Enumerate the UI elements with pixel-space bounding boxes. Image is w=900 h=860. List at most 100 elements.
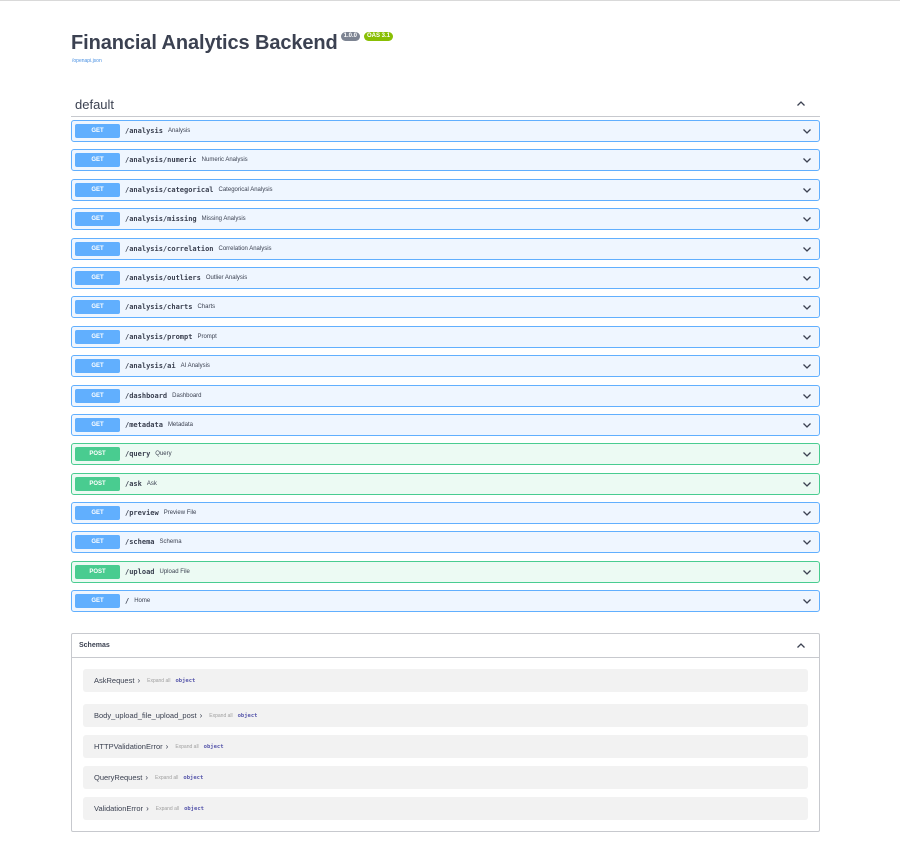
operation-row[interactable]: GET/preview Preview File xyxy=(71,502,820,525)
chevron-down-icon[interactable] xyxy=(802,479,812,489)
method-badge: GET xyxy=(75,124,120,138)
chevron-right-icon: › xyxy=(137,676,141,685)
operation-summary: Schema xyxy=(159,539,182,546)
operation-row[interactable]: GET/analysis/correlation Correlation Anal… xyxy=(71,237,820,260)
operation-summary: Home xyxy=(134,598,151,605)
chevron-down-icon[interactable] xyxy=(802,332,812,342)
operation-path: /schema xyxy=(125,538,155,547)
method-badge: GET xyxy=(75,182,120,197)
expand-all-link[interactable]: Expand all xyxy=(175,744,198,750)
operation-summary: Categorical Analysis xyxy=(218,186,273,193)
badges: 1.0.0 OAS 3.1 xyxy=(340,32,394,41)
model-name: Body_upload_file_upload_post xyxy=(94,711,197,720)
operation-path: /analysis/correlation xyxy=(125,244,214,253)
operation-row[interactable]: GET/analysis/numeric Numeric Analysis xyxy=(71,149,820,172)
tag-section-default: default xyxy=(71,92,820,117)
expand-all-link[interactable]: Expand all xyxy=(209,713,232,719)
model-type: object xyxy=(175,677,196,684)
operation-row[interactable]: GET/analysis Analysis xyxy=(71,120,820,142)
chevron-down-icon[interactable] xyxy=(802,361,812,371)
chevron-down-icon[interactable] xyxy=(802,126,812,136)
operation-row[interactable]: POST/upload Upload File xyxy=(71,560,820,583)
chevron-down-icon[interactable] xyxy=(802,596,812,606)
top-divider xyxy=(0,0,900,1)
title-row: Financial Analytics Backend 1.0.0 OAS 3.… xyxy=(71,28,831,58)
chevron-up-icon[interactable] xyxy=(796,99,806,109)
operation-path: /metadata xyxy=(125,420,163,429)
model-type: object xyxy=(237,712,258,719)
schema-model[interactable]: QueryRequest › Expand all object xyxy=(83,766,808,789)
chevron-down-icon[interactable] xyxy=(802,185,812,195)
openapi-json-link[interactable]: /openapi.json xyxy=(72,58,831,64)
operation-path: /analysis/categorical xyxy=(125,185,214,194)
chevron-down-icon[interactable] xyxy=(802,244,812,254)
operation-summary: Analysis xyxy=(167,128,191,134)
operation-summary: Charts xyxy=(197,304,216,311)
operations-list: GET/analysis Analysis GET/analysis/numeric… xyxy=(71,120,820,620)
chevron-down-icon[interactable] xyxy=(802,273,812,283)
operation-summary: Dashboard xyxy=(172,392,202,399)
operation-row[interactable]: GET/dashboard Dashboard xyxy=(71,384,820,407)
chevron-down-icon[interactable] xyxy=(802,155,812,165)
operation-row[interactable]: GET/analysis/outliers Outlier Analysis xyxy=(71,266,820,289)
api-title: Financial Analytics Backend xyxy=(71,32,338,54)
operation-summary: Ask xyxy=(146,480,157,487)
operation-path: /analysis/prompt xyxy=(125,332,193,341)
chevron-up-icon[interactable] xyxy=(796,641,806,651)
expand-all-link[interactable]: Expand all xyxy=(155,775,178,781)
operation-summary: Query xyxy=(155,451,172,458)
operation-summary: Missing Analysis xyxy=(201,216,246,223)
operation-row[interactable]: POST/ask Ask xyxy=(71,472,820,495)
chevron-down-icon[interactable] xyxy=(802,449,812,459)
method-badge: GET xyxy=(75,388,120,403)
operation-path: /analysis/outliers xyxy=(125,273,201,282)
chevron-down-icon[interactable] xyxy=(802,302,812,312)
operation-path: /query xyxy=(125,450,151,459)
chevron-down-icon[interactable] xyxy=(802,391,812,401)
method-badge: GET xyxy=(75,153,120,168)
method-badge: GET xyxy=(75,506,120,521)
chevron-down-icon[interactable] xyxy=(802,567,812,577)
operation-path: /upload xyxy=(125,567,155,576)
operation-row[interactable]: POST/query Query xyxy=(71,443,820,466)
method-badge: POST xyxy=(75,476,120,491)
operation-path: /analysis xyxy=(125,127,163,135)
operation-row[interactable]: GET/analysis/missing Missing Analysis xyxy=(71,208,820,231)
expand-all-link[interactable]: Expand all xyxy=(147,678,170,684)
operation-row[interactable]: GET / Home xyxy=(71,590,820,613)
operation-row[interactable]: GET/analysis/charts Charts xyxy=(71,296,820,319)
schema-model[interactable]: ValidationError › Expand all object xyxy=(83,797,808,820)
operation-row[interactable]: GET/analysis/prompt Prompt xyxy=(71,325,820,348)
operation-summary: Preview File xyxy=(163,510,197,517)
method-badge: POST xyxy=(75,447,120,462)
chevron-down-icon[interactable] xyxy=(802,214,812,224)
expand-all-link[interactable]: Expand all xyxy=(156,806,179,812)
method-badge: GET xyxy=(75,329,120,344)
schema-model[interactable]: AskRequest › Expand all object xyxy=(83,669,808,692)
operation-row[interactable]: GET/analysis/categorical Categorical Anal… xyxy=(71,178,820,201)
chevron-down-icon[interactable] xyxy=(802,508,812,518)
model-type: object xyxy=(183,774,204,781)
chevron-right-icon: › xyxy=(146,804,149,813)
model-name: AskRequest xyxy=(94,676,135,685)
model-name: QueryRequest xyxy=(94,773,143,782)
chevron-right-icon: › xyxy=(199,711,203,720)
chevron-down-icon[interactable] xyxy=(802,537,812,547)
operation-row[interactable]: GET/metadata Metadata xyxy=(71,413,820,436)
model-type: object xyxy=(203,743,224,750)
schema-model[interactable]: Body_upload_file_upload_post › Expand all o… xyxy=(83,704,808,727)
operation-path: /dashboard xyxy=(125,391,168,400)
operation-summary: AI Analysis xyxy=(180,363,210,370)
method-badge: GET xyxy=(75,535,120,550)
method-badge: GET xyxy=(75,300,120,315)
chevron-down-icon[interactable] xyxy=(802,420,812,430)
tag-header[interactable]: default xyxy=(71,92,820,117)
operation-row[interactable]: GET/analysis/ai AI Analysis xyxy=(71,355,820,378)
schema-model[interactable]: HTTPValidationError › Expand all object xyxy=(83,735,808,758)
method-badge: GET xyxy=(75,359,120,374)
operation-path: /analysis/numeric xyxy=(125,156,197,165)
operation-row[interactable]: GET/schema Schema xyxy=(71,531,820,554)
schemas-header[interactable]: Schemas xyxy=(72,634,819,658)
operation-summary: Upload File xyxy=(159,568,190,575)
operation-summary: Outlier Analysis xyxy=(205,274,248,281)
